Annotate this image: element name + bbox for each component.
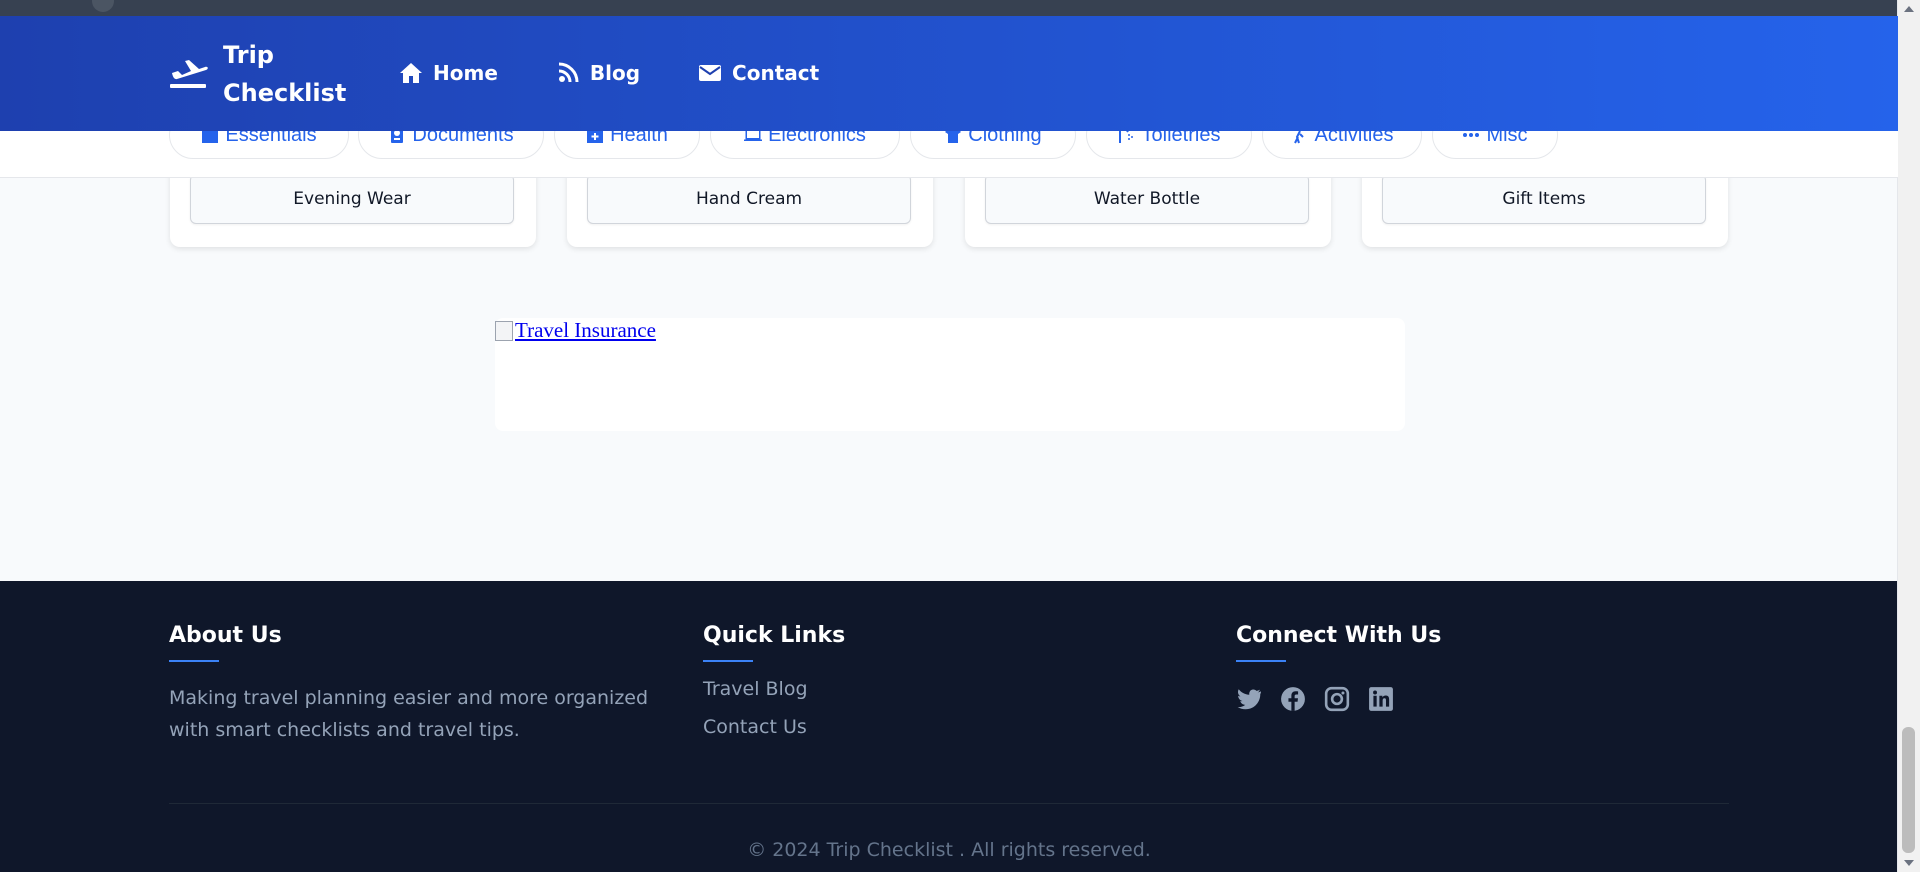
nav-contact-label: Contact — [732, 61, 820, 85]
title-underline — [703, 660, 753, 662]
brand-name: Trip Checklist — [223, 36, 363, 112]
blog-feed-icon — [558, 62, 579, 83]
nav-home-link[interactable]: Home — [399, 56, 498, 90]
page-scrollbar[interactable] — [1897, 0, 1920, 872]
medkit-icon — [587, 131, 604, 143]
shirt-icon — [945, 131, 962, 143]
scrollbar-thumb[interactable] — [1902, 727, 1915, 853]
brand-line-2: Checklist — [223, 79, 347, 107]
category-electronics[interactable]: Electronics — [710, 131, 900, 159]
category-bar: Essentials Documents Health Electronics … — [0, 131, 1898, 178]
checklist-item[interactable]: Gift Items — [1382, 174, 1706, 224]
quick-links-list: Travel Blog Contact Us — [703, 678, 845, 738]
twitter-icon[interactable] — [1236, 686, 1262, 712]
category-toiletries[interactable]: Toiletries — [1086, 131, 1252, 159]
footer-about-title: About Us — [169, 623, 282, 648]
footer-connect: Connect With Us — [1236, 623, 1441, 712]
broken-image-icon — [495, 320, 513, 341]
category-label: Essentials — [225, 131, 317, 146]
footer-about-text: Making travel planning easier and more o… — [169, 687, 649, 741]
scroll-down-arrow-icon[interactable] — [1904, 860, 1914, 866]
checklist-item[interactable]: Evening Wear — [190, 174, 514, 224]
ellipsis-icon — [1463, 133, 1480, 137]
shower-icon — [1118, 131, 1133, 143]
laptop-icon — [744, 131, 763, 141]
category-label: Activities — [1314, 131, 1394, 146]
category-label: Health — [610, 131, 668, 146]
linkedin-icon[interactable] — [1368, 686, 1394, 712]
category-label: Clothing — [968, 131, 1042, 146]
brand-logo[interactable]: Trip Checklist — [169, 36, 363, 112]
passport-icon — [391, 131, 404, 143]
category-label: Documents — [412, 131, 514, 146]
category-label: Misc — [1486, 131, 1528, 146]
ad-alt-text: Travel Insurance — [515, 318, 656, 342]
category-clothing[interactable]: Clothing — [910, 131, 1076, 159]
footer-divider — [169, 803, 1729, 804]
category-label: Electronics — [768, 131, 866, 146]
checklist-item[interactable]: Hand Cream — [587, 174, 911, 224]
nav-links: Home Blog Contact — [399, 56, 877, 90]
title-underline — [1236, 660, 1286, 662]
title-underline — [169, 660, 219, 662]
contact-us-link[interactable]: Contact Us — [703, 716, 845, 738]
social-links — [1236, 686, 1441, 712]
browser-icon — [92, 0, 114, 12]
category-essentials[interactable]: Essentials — [169, 131, 349, 159]
browser-top-strip — [0, 0, 1898, 16]
brand-line-1: Trip — [223, 41, 274, 69]
hiking-icon — [1293, 131, 1304, 144]
footer-quick-title: Quick Links — [703, 623, 846, 648]
copyright-text: © 2024 Trip Checklist . All rights reser… — [747, 839, 1151, 861]
suitcase-icon — [202, 131, 219, 143]
nav-blog-label: Blog — [589, 61, 641, 85]
footer-quick-links: Quick Links Travel Blog Contact Us — [703, 623, 845, 738]
nav-home-label: Home — [433, 61, 498, 85]
footer-about: About Us Making travel planning easier a… — [169, 623, 669, 746]
travel-blog-link[interactable]: Travel Blog — [703, 678, 845, 700]
scroll-up-arrow-icon[interactable] — [1904, 6, 1914, 12]
category-label: Toiletries — [1141, 131, 1221, 146]
airplane-departure-icon — [170, 60, 208, 88]
top-navbar: Trip Checklist Home Blog Contact — [0, 16, 1898, 131]
category-activities[interactable]: Activities — [1262, 131, 1422, 159]
envelope-icon — [699, 65, 722, 81]
travel-insurance-link[interactable]: Travel Insurance — [495, 318, 656, 343]
facebook-icon[interactable] — [1280, 686, 1306, 712]
category-health[interactable]: Health — [554, 131, 700, 159]
home-icon — [400, 63, 422, 83]
category-misc[interactable]: Misc — [1432, 131, 1558, 159]
site-footer: About Us Making travel planning easier a… — [0, 581, 1898, 872]
footer-connect-title: Connect With Us — [1236, 623, 1442, 648]
checklist-item[interactable]: Water Bottle — [985, 174, 1309, 224]
nav-blog-link[interactable]: Blog — [556, 56, 640, 90]
travel-insurance-ad: Travel Insurance — [495, 318, 1405, 431]
nav-contact-link[interactable]: Contact — [698, 56, 819, 90]
instagram-icon[interactable] — [1324, 686, 1350, 712]
category-documents[interactable]: Documents — [358, 131, 544, 159]
